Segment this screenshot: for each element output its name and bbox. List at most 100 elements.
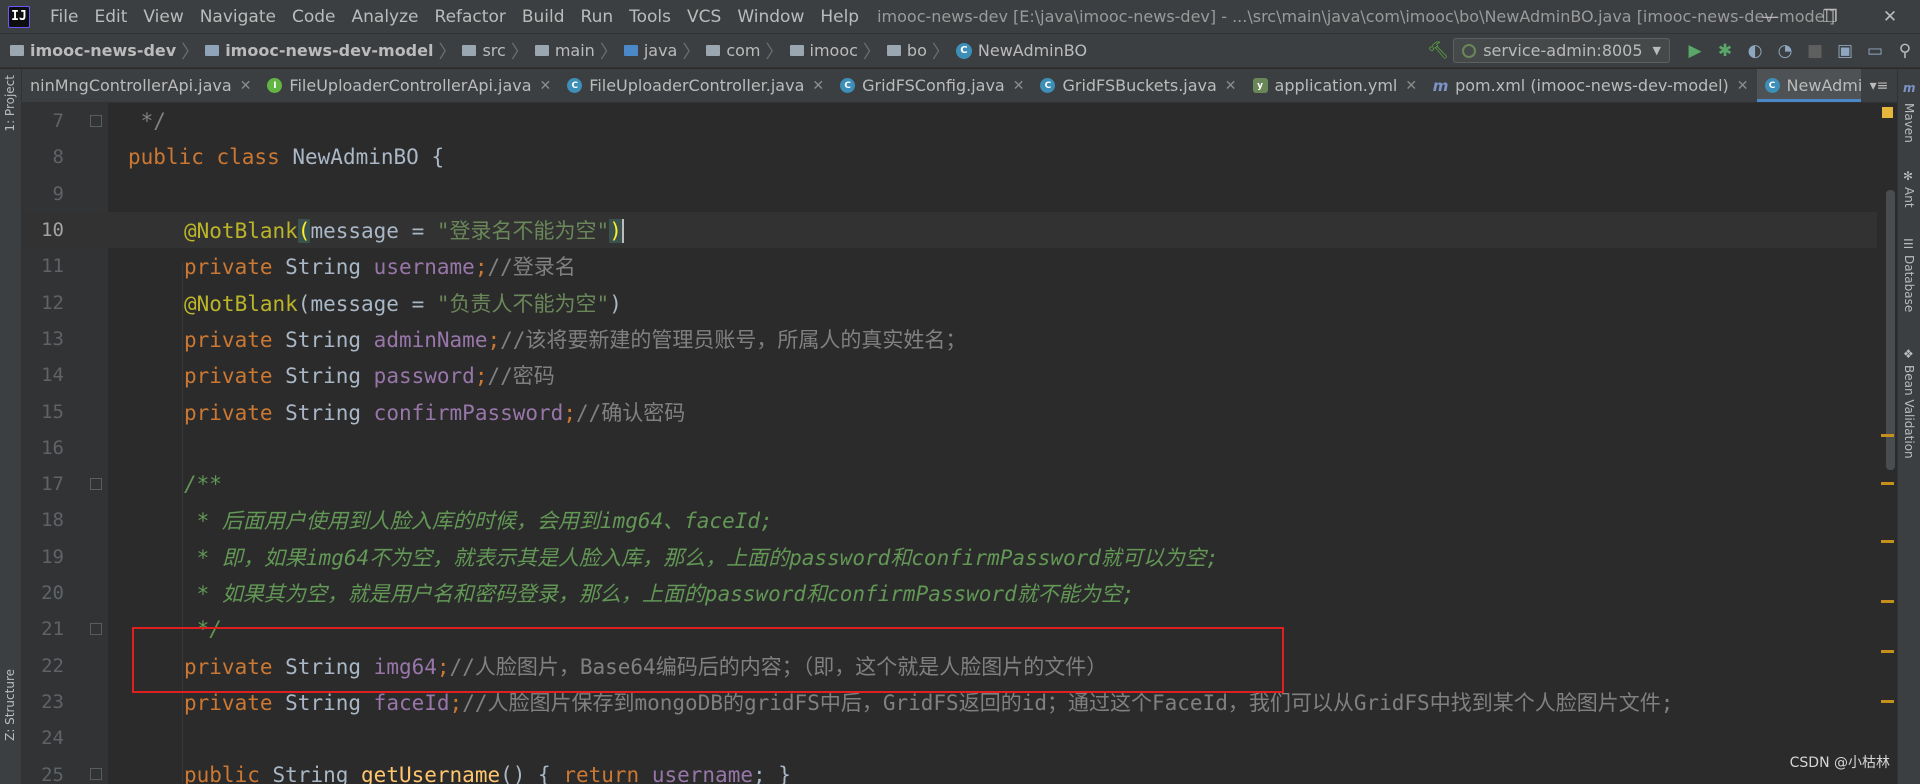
comment-token: //该将要新建的管理员账号，所属人的真实姓名； (500, 327, 967, 352)
fold-marker-icon[interactable] (90, 623, 102, 636)
error-stripe-mark[interactable] (1881, 482, 1894, 485)
error-stripe-mark[interactable] (1881, 540, 1894, 543)
profile-icon[interactable]: ◔ (1770, 36, 1800, 66)
breadcrumb-com[interactable]: com (706, 41, 761, 60)
presentation-icon[interactable]: ▭ (1860, 36, 1890, 66)
code-line[interactable]: 17 /** (22, 466, 1877, 502)
code-line[interactable]: 20 * 如果其为空，就是用户名和密码登录，那么，上面的password和con… (22, 575, 1877, 611)
doc-comment-token: * 如果其为空，就是用户名和密码登录，那么，上面的password和confir… (184, 582, 1135, 607)
code-line[interactable]: 15 private String confirmPassword;//确认密码 (22, 393, 1877, 429)
tab-gridfs-buckets[interactable]: C GridFSBuckets.java ✕ (1032, 69, 1244, 102)
close-icon[interactable]: ✕ (1405, 78, 1417, 94)
build-hammer-icon[interactable]: 🔨︎ (1423, 36, 1453, 66)
code-line[interactable]: 18 * 后面用户使用到人脸入库的时候，会用到img64、faceId; (22, 502, 1877, 538)
error-stripe-mark[interactable] (1881, 600, 1894, 603)
menu-edit[interactable]: Edit (86, 7, 135, 27)
code-line[interactable]: 11 private String username;//登录名 (22, 248, 1877, 284)
close-icon[interactable]: ✕ (1013, 78, 1025, 94)
error-stripe-mark[interactable] (1881, 434, 1894, 437)
warning-indicator-icon[interactable] (1882, 107, 1893, 118)
tab-pom-xml[interactable]: m pom.xml (imooc-news-dev-model) ✕ (1425, 69, 1756, 102)
code-line[interactable]: 8 public class NewAdminBO { (22, 139, 1877, 175)
menu-navigate[interactable]: Navigate (192, 7, 284, 27)
code-line-current[interactable]: 10 @NotBlank(message = "登录名不能为空") (22, 211, 1877, 249)
code-line[interactable]: 19 * 即，如果img64不为空，就表示其是人脸入库，那么，上面的passwo… (22, 539, 1877, 575)
code-line[interactable]: 12 @NotBlank(message = "负责人不能为空") (22, 285, 1877, 321)
menu-code[interactable]: Code (284, 7, 344, 27)
code-line[interactable]: 13 private String adminName;//该将要新建的管理员账… (22, 321, 1877, 357)
tab-file-uploader-controller-api[interactable]: I FileUploaderControllerApi.java ✕ (259, 69, 559, 102)
ant-tool-button[interactable]: Ant (1902, 187, 1916, 208)
restore-button[interactable]: ❐ (1800, 0, 1860, 33)
intellij-logo-icon[interactable]: IJ (8, 5, 30, 28)
scrollbar-thumb[interactable] (1886, 190, 1895, 470)
code-text: private String username;//登录名 (184, 251, 576, 281)
package-icon (886, 45, 901, 56)
code-line[interactable]: 7 */ (22, 103, 1877, 139)
breadcrumb-project[interactable]: imooc-news-dev (10, 41, 176, 60)
breadcrumb-class[interactable]: C NewAdminBO (955, 41, 1087, 60)
breadcrumb-bo[interactable]: bo (886, 41, 927, 60)
menu-file[interactable]: File (42, 7, 86, 27)
stop-icon[interactable]: ■ (1800, 36, 1830, 66)
breadcrumb-main[interactable]: main (534, 41, 595, 60)
breadcrumb-label: com (726, 41, 761, 60)
tab-admin-mng-controller-api[interactable]: ninMngControllerApi.java ✕ (22, 69, 259, 102)
code-line[interactable]: 14 private String password;//密码 (22, 357, 1877, 393)
type-token: String (285, 327, 374, 352)
project-tool-button[interactable]: 1: Project (3, 75, 17, 132)
menu-analyze[interactable]: Analyze (344, 7, 427, 27)
close-window-button[interactable]: ✕ (1860, 0, 1920, 33)
close-icon[interactable]: ✕ (1737, 78, 1749, 94)
keyword-token: private (184, 690, 286, 715)
maven-tool-button[interactable]: Maven (1902, 103, 1916, 143)
menu-tools[interactable]: Tools (621, 7, 679, 27)
tab-gridfs-config[interactable]: C GridFSConfig.java ✕ (832, 69, 1032, 102)
project-structure-icon[interactable]: ▣ (1830, 36, 1860, 66)
code-text: public class NewAdminBO { (128, 145, 444, 169)
line-number: 10 (41, 219, 64, 242)
menu-refactor[interactable]: Refactor (427, 7, 514, 27)
breadcrumb-java[interactable]: java (623, 41, 677, 60)
database-tool-button[interactable]: Database (1902, 255, 1916, 312)
class-icon: C (1764, 78, 1780, 93)
error-stripe-mark[interactable] (1881, 700, 1894, 703)
code-text: @NotBlank(message = "登录名不能为空") (184, 215, 624, 245)
menu-window[interactable]: Window (729, 7, 812, 27)
fold-marker-icon[interactable] (90, 768, 102, 781)
minimize-button[interactable]: — (1740, 0, 1800, 33)
tab-application-yml[interactable]: y application.yml ✕ (1245, 69, 1426, 102)
menu-build[interactable]: Build (514, 7, 573, 27)
code-line[interactable]: 16 (22, 430, 1877, 466)
coverage-icon[interactable]: ◐ (1740, 36, 1770, 66)
code-line[interactable]: 25 public String getUsername() { return … (22, 756, 1877, 784)
fold-marker-icon[interactable] (90, 115, 102, 127)
code-line[interactable]: 24 (22, 720, 1877, 756)
comment-token: //密码 (487, 364, 555, 389)
menu-vcs[interactable]: VCS (679, 7, 729, 27)
menu-help[interactable]: Help (812, 7, 867, 27)
close-icon[interactable]: ✕ (540, 78, 552, 94)
run-config-selector[interactable]: service-admin:8005 ▼ (1453, 38, 1670, 63)
tab-file-uploader-controller[interactable]: C FileUploaderController.java ✕ (559, 69, 832, 102)
close-icon[interactable]: ✕ (1225, 78, 1237, 94)
breadcrumb-imooc[interactable]: imooc (789, 41, 858, 60)
method-token: getUsername (361, 762, 501, 784)
menu-run[interactable]: Run (573, 7, 622, 27)
search-everywhere-icon[interactable]: ⚲ (1890, 36, 1920, 66)
breadcrumb-src[interactable]: src (462, 41, 506, 60)
fold-marker-icon[interactable] (90, 478, 102, 490)
debug-icon[interactable]: ✱ (1710, 36, 1740, 66)
comment-token: //人脸图片保存到mongoDB的gridFS中后，GridFS返回的id；通过… (462, 690, 1674, 715)
error-stripe-mark[interactable] (1881, 650, 1894, 653)
bean-validation-tool-button[interactable]: Bean Validation (1902, 365, 1916, 459)
code-line[interactable]: 9 (22, 176, 1877, 212)
close-icon[interactable]: ✕ (812, 78, 824, 94)
structure-tool-button[interactable]: Z: Structure (3, 669, 17, 741)
menu-view[interactable]: View (135, 7, 191, 27)
run-icon[interactable]: ▶ (1680, 36, 1710, 66)
breadcrumb-module[interactable]: imooc-news-dev-model (205, 41, 433, 60)
database-icon: ☰ (1903, 237, 1914, 251)
tab-list-menu-icon[interactable]: ▾≡ (1861, 69, 1897, 102)
close-icon[interactable]: ✕ (240, 78, 252, 94)
